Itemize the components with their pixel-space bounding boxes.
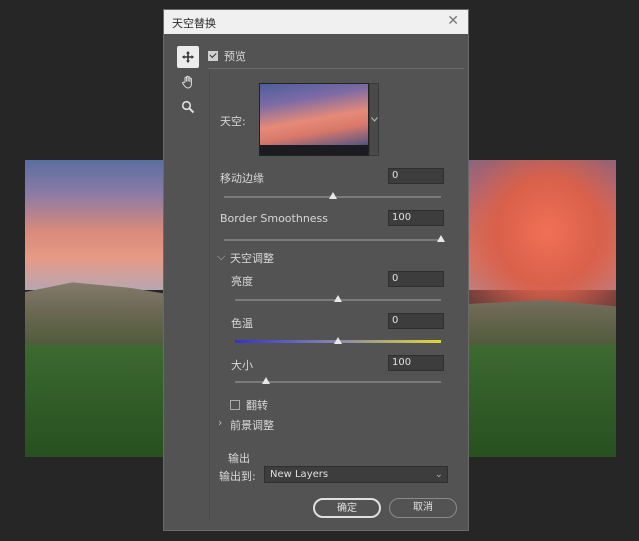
cancel-button[interactable]: 取消 (389, 498, 457, 518)
output-section-label: 输出 (228, 452, 250, 465)
tool-bar (177, 46, 199, 121)
preview-option[interactable]: 预览 (208, 48, 246, 64)
ok-button[interactable]: 确定 (313, 498, 381, 518)
brightness-label: 亮度 (231, 275, 253, 288)
flip-label: 翻转 (246, 399, 268, 412)
tool-separator (209, 70, 210, 520)
chevron-down-icon: ⌄ (434, 469, 443, 480)
shift-edge-label: 移动边缘 (220, 172, 264, 185)
output-to-select[interactable]: New Layers ⌄ (264, 466, 448, 483)
chevron-down-icon (370, 117, 378, 122)
temperature-label: 色温 (231, 317, 253, 330)
dialog-title: 天空替换 (172, 17, 216, 30)
shift-edge-thumb[interactable] (328, 192, 337, 199)
move-tool-icon (182, 51, 194, 63)
zoom-tool-icon (181, 100, 195, 114)
scale-label: 大小 (231, 359, 253, 372)
preview-divider (208, 68, 464, 69)
brightness-thumb[interactable] (334, 295, 342, 302)
temperature-thumb[interactable] (334, 337, 342, 344)
output-to-value: New Layers (270, 469, 329, 480)
border-smoothness-input[interactable]: 100 (388, 210, 444, 226)
move-tool[interactable] (177, 46, 199, 68)
chevron-right-icon[interactable]: › (218, 416, 222, 429)
brightness-input[interactable]: 0 (388, 271, 444, 287)
zoom-tool[interactable] (177, 96, 199, 118)
border-smoothness-label: Border Smoothness (220, 212, 329, 225)
scale-input[interactable]: 100 (388, 355, 444, 371)
preview-checkbox[interactable] (208, 51, 218, 61)
foreground-adjustments-label[interactable]: 前景调整 (230, 417, 274, 433)
border-smoothness-slider[interactable] (224, 239, 441, 241)
flip-option[interactable]: 翻转 (230, 397, 268, 413)
shift-edge-input[interactable]: 0 (388, 168, 444, 184)
sky-adjustments-label[interactable]: 天空调整 (230, 250, 274, 266)
temperature-input[interactable]: 0 (388, 313, 444, 329)
close-icon[interactable]: ✕ (447, 13, 459, 29)
sky-thumbnail[interactable] (259, 83, 369, 156)
hand-tool-icon (182, 75, 192, 89)
flip-checkbox[interactable] (230, 400, 240, 410)
output-to-label: 输出到: (219, 470, 256, 483)
title-bar: 天空替换 ✕ (164, 10, 468, 34)
sky-label: 天空: (220, 115, 246, 128)
chevron-down-icon[interactable]: ⌵ (217, 250, 225, 264)
sky-replacement-dialog: 天空替换 ✕ 预览 天空: 移动边缘 0 Border Smoothness 1… (163, 9, 469, 531)
scale-thumb[interactable] (261, 377, 270, 384)
sky-dropdown[interactable] (369, 83, 379, 156)
preview-label: 预览 (224, 50, 246, 63)
hand-tool[interactable] (177, 71, 199, 93)
border-smoothness-thumb[interactable] (437, 235, 445, 242)
